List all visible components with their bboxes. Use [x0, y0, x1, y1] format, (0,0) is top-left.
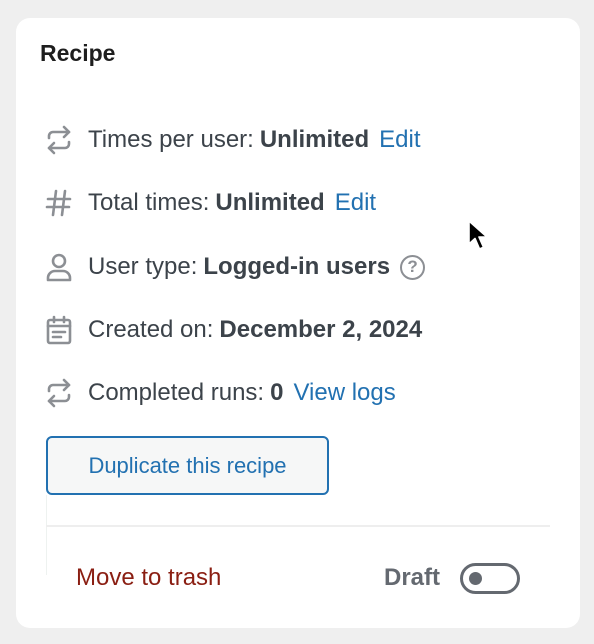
publish-toggle[interactable]	[460, 563, 520, 594]
repeat-icon	[44, 378, 74, 408]
user-type-value: Logged-in users	[203, 253, 391, 280]
total-times-row: Total times: Unlimited Edit	[44, 183, 376, 223]
completed-runs-row: Completed runs: 0 View logs	[44, 373, 396, 413]
times-per-user-label: Times per user:	[88, 126, 254, 153]
hash-icon	[44, 188, 74, 218]
duplicate-recipe-button[interactable]: Duplicate this recipe	[46, 436, 329, 495]
toggle-knob	[469, 572, 482, 585]
user-icon	[44, 252, 74, 282]
help-icon[interactable]: ?	[400, 254, 426, 280]
status-label: Draft	[384, 564, 441, 591]
repeat-icon	[44, 125, 74, 155]
times-per-user-row: Times per user: Unlimited Edit	[44, 120, 421, 160]
total-times-edit-link[interactable]: Edit	[335, 189, 376, 217]
recipe-panel: Recipe Times per user: Unlimited Edit To…	[16, 18, 580, 628]
move-to-trash-link[interactable]: Move to trash	[76, 564, 221, 592]
created-on-value: December 2, 2024	[219, 316, 423, 343]
user-type-row: User type: Logged-in users ?	[44, 247, 426, 287]
panel-title: Recipe	[40, 40, 116, 66]
calendar-icon	[44, 315, 74, 345]
created-on-row: Created on: December 2, 2024	[44, 310, 432, 350]
times-per-user-edit-link[interactable]: Edit	[379, 126, 420, 154]
total-times-value: Unlimited	[215, 189, 325, 216]
section-divider	[46, 525, 550, 527]
user-type-label: User type:	[88, 253, 198, 280]
left-guide-line	[46, 495, 47, 575]
completed-runs-label: Completed runs:	[88, 379, 265, 406]
created-on-label: Created on:	[88, 316, 214, 343]
completed-runs-value: 0	[270, 379, 284, 406]
times-per-user-value: Unlimited	[259, 126, 370, 153]
view-logs-link[interactable]: View logs	[293, 379, 395, 407]
total-times-label: Total times:	[88, 189, 210, 216]
mouse-cursor-icon	[468, 220, 490, 257]
